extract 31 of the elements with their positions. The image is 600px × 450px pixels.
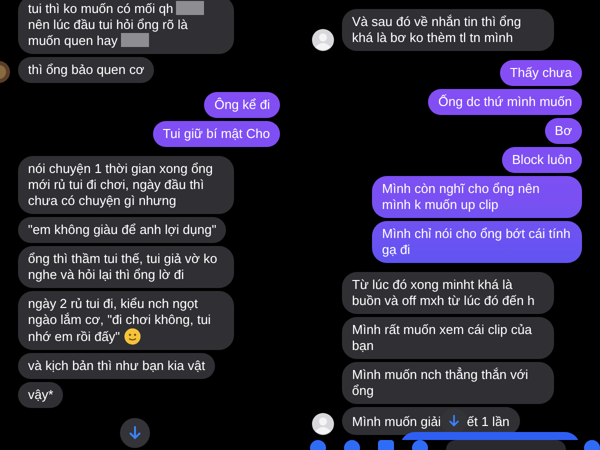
message-bubble: Mình chỉ nói cho ổng bớt cái tính gạ đi [372, 221, 582, 263]
message-bubble: nói chuyện 1 thời gian xong ổng mới rủ tui đi chơi, ngày đầu thì chưa có chuyện gì nhưng [18, 156, 234, 214]
message-text: nên lúc đầu tui hỏi ổng rõ là [28, 17, 188, 33]
message-bubble: và kịch bản thì như bạn kia vật [18, 353, 216, 379]
message-bubble: thì ổng bảo quen cơ [18, 57, 154, 83]
message-bubble: Mình muốn nch thẳng thắn với ổng [342, 362, 554, 404]
redaction-block [120, 33, 149, 47]
message-text: tui thì ko muốn có mối qh [28, 1, 174, 17]
message-text: muốn quen hay [28, 33, 118, 49]
message-bubble: Ống dc thứ mình muốn [428, 89, 582, 115]
message-bubble: Mình rất muốn xem cái clip của bạn [342, 317, 554, 359]
message-bubble: Mình còn nghĩ cho ổng nên mình k muốn up clip [372, 176, 582, 218]
scroll-down-button[interactable] [440, 408, 467, 434]
message-text: ết 1 lần [466, 414, 510, 430]
message-bubble: Thấy chưa [500, 60, 582, 86]
message-bubble: Ông kể đi [204, 92, 280, 118]
redaction-block [176, 1, 204, 15]
message-text: nhớ em rồi đấy" [28, 329, 120, 345]
arrow-down-icon [446, 414, 461, 428]
message-bubble: Từ lúc đó xong minht khá là buồn và off mxh từ lúc đó đến h [342, 272, 554, 314]
smiley-icon [124, 328, 141, 345]
message-bubble: "em không giàu để anh lợi dụng" [18, 217, 226, 243]
message-bubble: Block luôn [502, 147, 582, 173]
message-bubble: Bơ [544, 118, 582, 144]
scroll-down-button[interactable] [120, 418, 150, 448]
message-bubble: Và sau đó về nhắn tin thì ổng khá là bơ ko thèm tl tn mình [342, 9, 554, 51]
message-bubble: vậy* [18, 382, 64, 408]
message-bubble: Tui giữ bí mật Cho [152, 121, 280, 147]
message-bubble: ổng thì thầm tui thế, tui giả vờ ko nghe và hỏi lại thì ổng lờ đi [18, 246, 234, 288]
message-text: Mình muốn giải [352, 414, 441, 430]
arrow-down-icon [127, 425, 143, 441]
